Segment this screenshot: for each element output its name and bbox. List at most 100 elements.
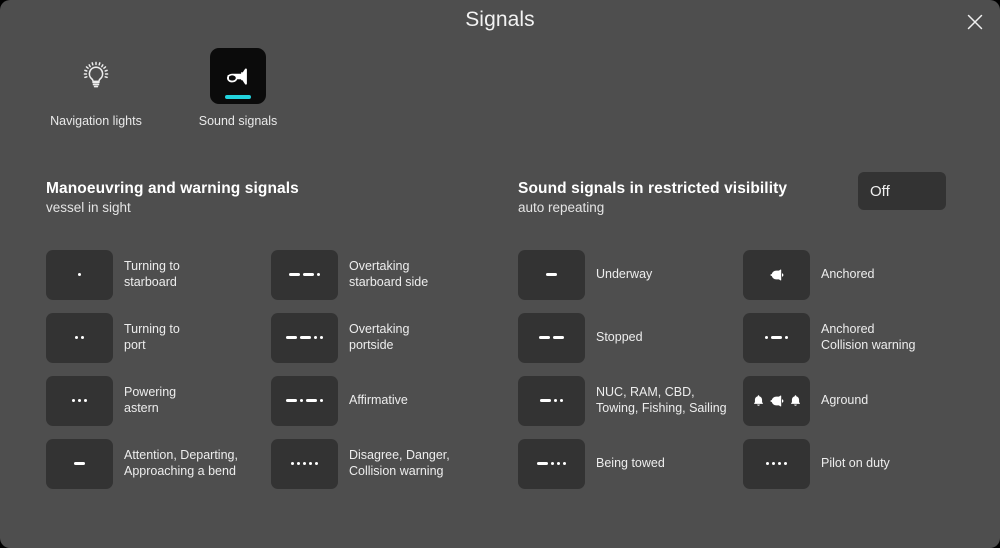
signal-pattern-tile[interactable] (518, 312, 585, 363)
tab-icon-box (210, 48, 266, 104)
section-subtitle: vessel in sight (46, 200, 131, 215)
signal-row: Aground (743, 369, 973, 432)
signal-row: Overtaking starboard side (271, 243, 501, 306)
short-blast-mark (320, 336, 323, 339)
horn-icon (219, 57, 257, 95)
signal-row: Disagree, Danger, Collision warning (271, 432, 501, 495)
signal-pattern-tile[interactable] (271, 438, 338, 489)
tab-icon-box (68, 48, 124, 104)
signal-pattern-tile[interactable] (46, 375, 113, 426)
short-blast-mark (320, 399, 323, 402)
short-blast-mark (551, 462, 554, 465)
tab-strip: Navigation lights Sound signals (46, 48, 288, 128)
signal-label: Stopped (596, 329, 643, 344)
signal-pattern-tile[interactable] (743, 438, 810, 489)
auto-repeat-toggle-button[interactable]: Off (858, 172, 946, 210)
signal-row: Attention, Departing, Approaching a bend (46, 432, 276, 495)
section-header-manoeuvring: Manoeuvring and warning signals vessel i… (46, 180, 299, 215)
signal-label: Turning to port (124, 322, 180, 352)
prolonged-blast-mark (289, 273, 300, 276)
tab-active-underline (225, 95, 251, 99)
signal-row: Overtaking portside (271, 306, 501, 369)
signal-pattern-tile[interactable] (271, 375, 338, 426)
prolonged-blast-mark (553, 336, 564, 339)
prolonged-blast-mark (286, 399, 297, 402)
signal-pattern-tile[interactable] (743, 312, 810, 363)
bell-right-icon (769, 393, 785, 409)
morse-pattern (539, 336, 564, 339)
page-title: Signals (465, 8, 535, 31)
short-blast-mark (75, 336, 78, 339)
short-blast-mark (72, 399, 75, 402)
signal-pattern-tile[interactable] (518, 375, 585, 426)
signal-row: Powering astern (46, 369, 276, 432)
prolonged-blast-mark (74, 462, 85, 465)
signal-label: Overtaking starboard side (349, 259, 429, 289)
signal-row: Pilot on duty (743, 432, 973, 495)
signal-column-restricted-col-1: Underway Stopped NUC, RAM, CBD, Towing, Fi… (518, 243, 748, 495)
tab-label: Sound signals (198, 114, 278, 128)
short-blast-mark (778, 462, 781, 465)
prolonged-blast-mark (286, 336, 297, 339)
short-blast-mark (78, 399, 81, 402)
short-blast-mark (78, 273, 81, 276)
signals-dialog: Signals Navigation lights Sound signals … (0, 0, 1000, 548)
signal-pattern-tile[interactable] (518, 249, 585, 300)
auto-repeat-toggle-label: Off (870, 182, 890, 200)
prolonged-blast-mark (771, 336, 782, 339)
tab-sound-signals[interactable]: Sound signals (188, 48, 288, 128)
signal-pattern-tile[interactable] (46, 438, 113, 489)
signal-pattern-tile[interactable] (518, 438, 585, 489)
signal-pattern-tile[interactable] (743, 375, 810, 426)
morse-pattern (289, 273, 320, 276)
signal-pattern-tile[interactable] (46, 312, 113, 363)
prolonged-blast-mark (540, 399, 551, 402)
signal-pattern-tile[interactable] (271, 249, 338, 300)
tab-navigation-lights[interactable]: Navigation lights (46, 48, 146, 128)
section-header-restricted-visibility: Sound signals in restricted visibility a… (518, 180, 787, 215)
morse-pattern (74, 462, 85, 465)
bell-icon (752, 394, 765, 407)
morse-pattern (286, 399, 323, 402)
short-blast-mark (765, 336, 768, 339)
morse-pattern (72, 399, 87, 402)
signal-row: Being towed (518, 432, 748, 495)
short-blast-mark (291, 462, 294, 465)
signal-column-restricted-col-2: Anchored Anchored Collision warning Agroun… (743, 243, 973, 495)
signal-label: Attention, Departing, Approaching a bend (124, 448, 238, 478)
morse-pattern (766, 462, 787, 465)
short-blast-mark (317, 273, 320, 276)
short-blast-mark (309, 462, 312, 465)
close-icon[interactable] (960, 7, 990, 37)
signal-row: Underway (518, 243, 748, 306)
morse-pattern (78, 273, 81, 276)
morse-pattern (546, 273, 557, 276)
signal-pattern-tile[interactable] (743, 249, 810, 300)
title-bar: Signals (0, 0, 1000, 46)
short-blast-mark (766, 462, 769, 465)
bell-icon (789, 394, 802, 407)
signal-label: Disagree, Danger, Collision warning (349, 448, 450, 478)
signal-label: Turning to starboard (124, 259, 180, 289)
section-subtitle: auto repeating (518, 200, 605, 215)
short-blast-mark (314, 336, 317, 339)
morse-pattern (75, 336, 84, 339)
signal-label: Affirmative (349, 392, 408, 407)
signal-label: Being towed (596, 455, 665, 470)
short-blast-mark (84, 399, 87, 402)
prolonged-blast-mark (303, 273, 314, 276)
signal-pattern-tile[interactable] (271, 312, 338, 363)
signal-row: Turning to starboard (46, 243, 276, 306)
signal-row: Affirmative (271, 369, 501, 432)
signal-pattern-tile[interactable] (46, 249, 113, 300)
short-blast-mark (300, 399, 303, 402)
signal-label: Overtaking portside (349, 322, 410, 352)
signal-label: Anchored (821, 266, 875, 281)
prolonged-blast-mark (539, 336, 550, 339)
prolonged-blast-mark (306, 399, 317, 402)
morse-pattern (765, 336, 788, 339)
signal-label: Aground (821, 392, 869, 407)
signal-row: NUC, RAM, CBD, Towing, Fishing, Sailing (518, 369, 748, 432)
short-blast-mark (297, 462, 300, 465)
signal-label: NUC, RAM, CBD, Towing, Fishing, Sailing (596, 385, 727, 415)
